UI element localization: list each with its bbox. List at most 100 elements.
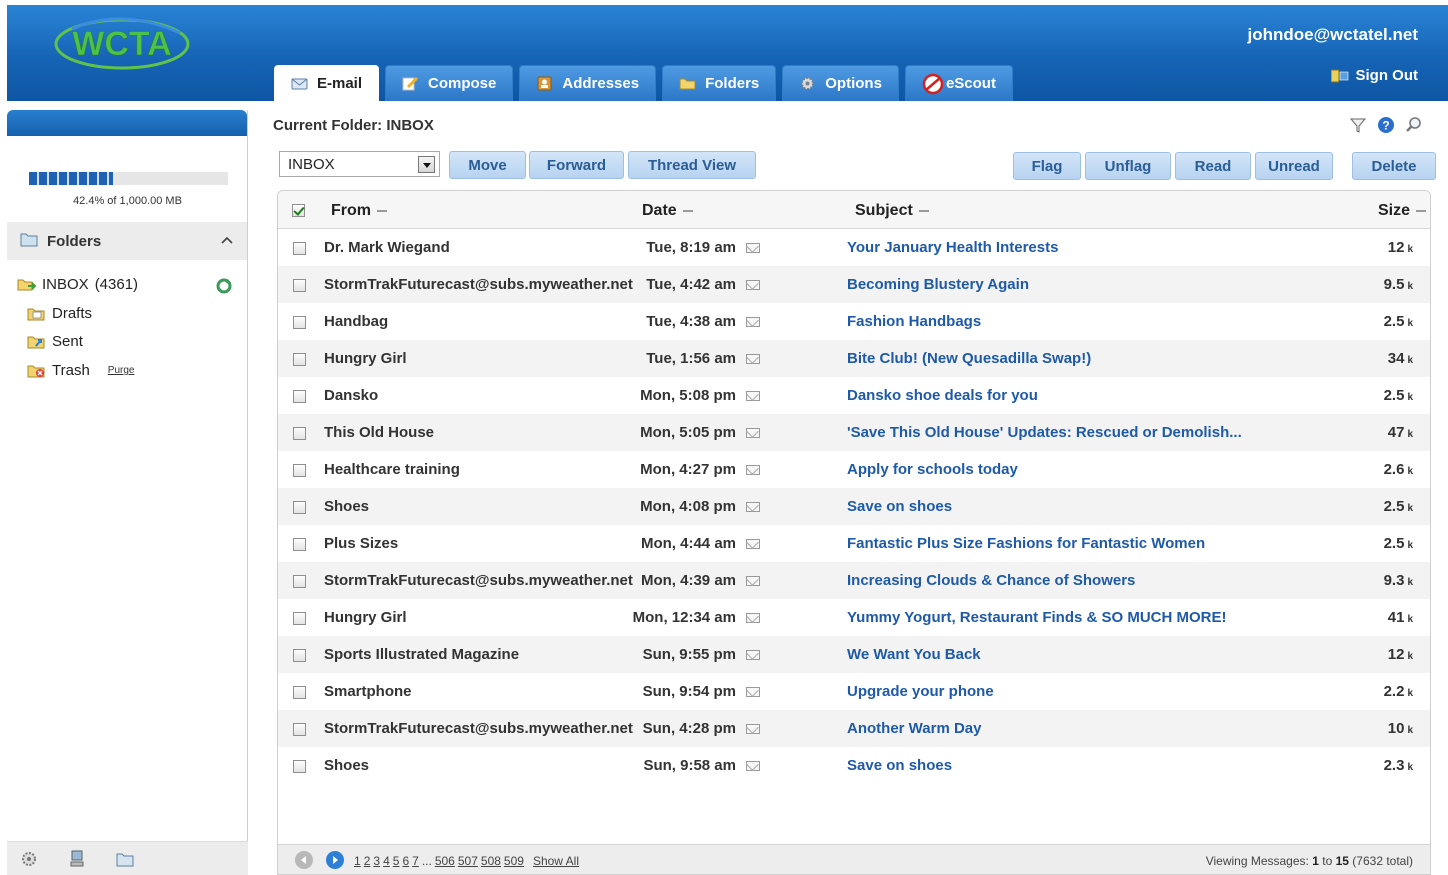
row-checkbox[interactable] bbox=[293, 723, 306, 736]
show-all-link[interactable]: Show All bbox=[533, 854, 579, 868]
column-subject[interactable]: Subject bbox=[855, 202, 929, 220]
unflag-button[interactable]: Unflag bbox=[1085, 152, 1171, 180]
tab-addresses[interactable]: Addresses bbox=[519, 65, 657, 101]
tab-compose[interactable]: Compose bbox=[385, 65, 514, 101]
folder-item-drafts[interactable]: Drafts bbox=[27, 305, 92, 322]
message-from[interactable]: StormTrakFuturecast@subs.myweather.net bbox=[324, 572, 633, 589]
message-from[interactable]: Sports Illustrated Magazine bbox=[324, 646, 519, 663]
prev-page-icon[interactable] bbox=[295, 851, 313, 869]
message-row[interactable]: Hungry Girl Mon, 12:34 am Yummy Yogurt, Re… bbox=[278, 599, 1430, 636]
row-checkbox[interactable] bbox=[293, 575, 306, 588]
page-link[interactable]: 5 bbox=[393, 854, 400, 868]
row-checkbox[interactable] bbox=[293, 390, 306, 403]
message-from[interactable]: This Old House bbox=[324, 424, 434, 441]
message-row[interactable]: This Old House Mon, 5:05 pm 'Save This Old… bbox=[278, 414, 1430, 451]
purge-link[interactable]: Purge bbox=[108, 365, 135, 376]
folder-item-sent[interactable]: Sent bbox=[27, 333, 83, 350]
message-subject[interactable]: Becoming Blustery Again bbox=[847, 276, 1029, 293]
tab-email[interactable]: E-mail bbox=[274, 65, 380, 101]
page-link[interactable]: 3 bbox=[373, 854, 380, 868]
message-from[interactable]: Shoes bbox=[324, 498, 369, 515]
message-from[interactable]: StormTrakFuturecast@subs.myweather.net bbox=[324, 720, 633, 737]
message-subject[interactable]: Save on shoes bbox=[847, 498, 952, 515]
row-checkbox[interactable] bbox=[293, 760, 306, 773]
folder-item-inbox[interactable]: INBOX (4361) bbox=[17, 276, 138, 293]
message-row[interactable]: Sports Illustrated Magazine Sun, 9:55 pm W… bbox=[278, 636, 1430, 673]
column-date[interactable]: Date bbox=[642, 202, 693, 220]
message-row[interactable]: Smartphone Sun, 9:54 pm Upgrade your phone… bbox=[278, 673, 1430, 710]
sign-out-button[interactable]: Sign Out bbox=[1330, 67, 1418, 84]
move-button[interactable]: Move bbox=[449, 151, 526, 179]
flag-button[interactable]: Flag bbox=[1013, 152, 1081, 180]
message-subject[interactable]: Increasing Clouds & Chance of Showers bbox=[847, 572, 1135, 589]
filter-icon[interactable] bbox=[1349, 116, 1367, 134]
message-row[interactable]: StormTrakFuturecast@subs.myweather.net Mo… bbox=[278, 562, 1430, 599]
message-subject[interactable]: Fantastic Plus Size Fashions for Fantast… bbox=[847, 535, 1205, 552]
message-from[interactable]: Handbag bbox=[324, 313, 388, 330]
row-checkbox[interactable] bbox=[293, 501, 306, 514]
refresh-icon[interactable] bbox=[215, 277, 233, 295]
row-checkbox[interactable] bbox=[293, 242, 306, 255]
message-subject[interactable]: Dansko shoe deals for you bbox=[847, 387, 1038, 404]
next-page-icon[interactable] bbox=[326, 851, 344, 869]
delete-button[interactable]: Delete bbox=[1352, 152, 1436, 180]
thread-view-button[interactable]: Thread View bbox=[628, 151, 756, 179]
tab-escout[interactable]: eScout bbox=[904, 65, 1013, 101]
message-subject[interactable]: Another Warm Day bbox=[847, 720, 981, 737]
computer-icon[interactable] bbox=[68, 850, 86, 868]
row-checkbox[interactable] bbox=[293, 316, 306, 329]
message-from[interactable]: Healthcare training bbox=[324, 461, 460, 478]
message-subject[interactable]: 'Save This Old House' Updates: Rescued o… bbox=[847, 424, 1242, 441]
row-checkbox[interactable] bbox=[293, 649, 306, 662]
row-checkbox[interactable] bbox=[293, 279, 306, 292]
forward-button[interactable]: Forward bbox=[529, 151, 624, 179]
folder-select[interactable]: INBOX bbox=[279, 151, 440, 177]
row-checkbox[interactable] bbox=[293, 686, 306, 699]
row-checkbox[interactable] bbox=[293, 538, 306, 551]
message-row[interactable]: Dr. Mark Wiegand Tue, 8:19 am Your January… bbox=[278, 229, 1430, 266]
message-from[interactable]: Dansko bbox=[324, 387, 378, 404]
message-subject[interactable]: Your January Health Interests bbox=[847, 239, 1058, 256]
page-link[interactable]: 7 bbox=[412, 854, 419, 868]
page-link[interactable]: 6 bbox=[402, 854, 409, 868]
page-link[interactable]: 509 bbox=[504, 854, 524, 868]
page-link[interactable]: 508 bbox=[481, 854, 501, 868]
tab-folders[interactable]: Folders bbox=[662, 65, 777, 101]
unread-button[interactable]: Unread bbox=[1255, 152, 1333, 180]
row-checkbox[interactable] bbox=[293, 427, 306, 440]
wcta-logo[interactable]: WCTA bbox=[52, 11, 192, 73]
chevron-down-icon[interactable] bbox=[418, 156, 435, 173]
message-from[interactable]: Hungry Girl bbox=[324, 350, 407, 367]
row-checkbox[interactable] bbox=[293, 464, 306, 477]
collapse-caret-icon[interactable] bbox=[221, 233, 233, 247]
message-row[interactable]: Shoes Mon, 4:08 pm Save on shoes 2.5 k bbox=[278, 488, 1430, 525]
message-subject[interactable]: We Want You Back bbox=[847, 646, 981, 663]
message-subject[interactable]: Fashion Handbags bbox=[847, 313, 981, 330]
row-checkbox[interactable] bbox=[293, 612, 306, 625]
tab-options[interactable]: Options bbox=[782, 65, 899, 101]
message-subject[interactable]: Upgrade your phone bbox=[847, 683, 994, 700]
column-size[interactable]: Size bbox=[1378, 202, 1426, 220]
message-subject[interactable]: Apply for schools today bbox=[847, 461, 1018, 478]
read-button[interactable]: Read bbox=[1175, 152, 1251, 180]
message-from[interactable]: Hungry Girl bbox=[324, 609, 407, 626]
message-row[interactable]: Handbag Tue, 4:38 am Fashion Handbags 2.5 k bbox=[278, 303, 1430, 340]
row-checkbox[interactable] bbox=[293, 353, 306, 366]
message-from[interactable]: Shoes bbox=[324, 757, 369, 774]
page-link[interactable]: 1 bbox=[354, 854, 361, 868]
settings-gear-icon[interactable] bbox=[20, 850, 38, 868]
message-row[interactable]: Dansko Mon, 5:08 pm Dansko shoe deals for … bbox=[278, 377, 1430, 414]
help-icon[interactable]: ? bbox=[1377, 116, 1395, 134]
folders-panel-header[interactable]: Folders bbox=[7, 222, 247, 260]
page-link[interactable]: 2 bbox=[364, 854, 371, 868]
page-link[interactable]: 507 bbox=[458, 854, 478, 868]
message-row[interactable]: Hungry Girl Tue, 1:56 am Bite Club! (New Q… bbox=[278, 340, 1430, 377]
message-subject[interactable]: Bite Club! (New Quesadilla Swap!) bbox=[847, 350, 1091, 367]
message-row[interactable]: StormTrakFuturecast@subs.myweather.net Tu… bbox=[278, 266, 1430, 303]
column-from[interactable]: From bbox=[331, 202, 387, 220]
message-from[interactable]: Smartphone bbox=[324, 683, 412, 700]
page-link[interactable]: 4 bbox=[383, 854, 390, 868]
message-from[interactable]: Dr. Mark Wiegand bbox=[324, 239, 450, 256]
message-from[interactable]: Plus Sizes bbox=[324, 535, 398, 552]
select-all-checkbox[interactable] bbox=[292, 204, 305, 217]
